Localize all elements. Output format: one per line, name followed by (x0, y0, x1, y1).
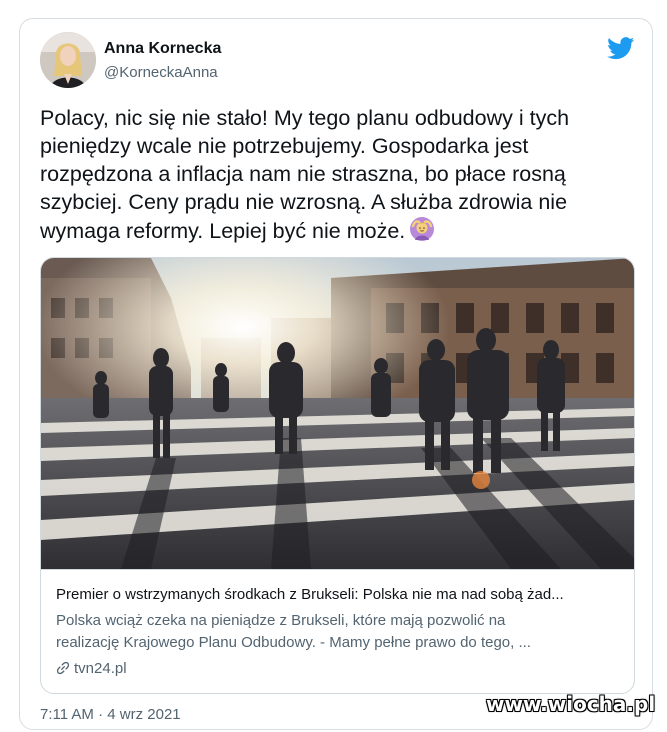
link-preview-card[interactable]: Premier o wstrzymanych środkach z Brukse… (40, 257, 635, 694)
avatar[interactable] (40, 32, 96, 88)
link-preview-description: Polska wciąż czeka na pieniądze z Brukse… (56, 612, 531, 651)
link-preview-divider (41, 569, 634, 570)
link-preview-title[interactable]: Premier o wstrzymanych środkach z Brukse… (56, 586, 626, 603)
link-preview-image[interactable] (41, 258, 634, 569)
author-name[interactable]: Anna Kornecka (104, 40, 221, 58)
link-preview-domain: tvn24.pl (74, 659, 127, 677)
avatar-photo (40, 32, 96, 88)
tweet-text-body: Polacy, nic się nie stało! My tego planu… (40, 106, 570, 243)
link-icon (56, 661, 70, 675)
tweet-text: Polacy, nic się nie stało! My tego planu… (40, 104, 640, 245)
link-preview-domain-row: tvn24.pl (56, 658, 127, 678)
person-gesturing-ok-emoji (410, 217, 435, 241)
author-handle[interactable]: @KorneckaAnna (104, 64, 218, 81)
watermark: www.wiocha.pl (486, 692, 656, 716)
twitter-bird-icon[interactable] (607, 37, 635, 60)
page: Anna Kornecka @KorneckaAnna Polacy, nic … (0, 0, 667, 732)
tweet-timestamp[interactable]: 7:11 AM · 4 wrz 2021 (40, 706, 181, 723)
